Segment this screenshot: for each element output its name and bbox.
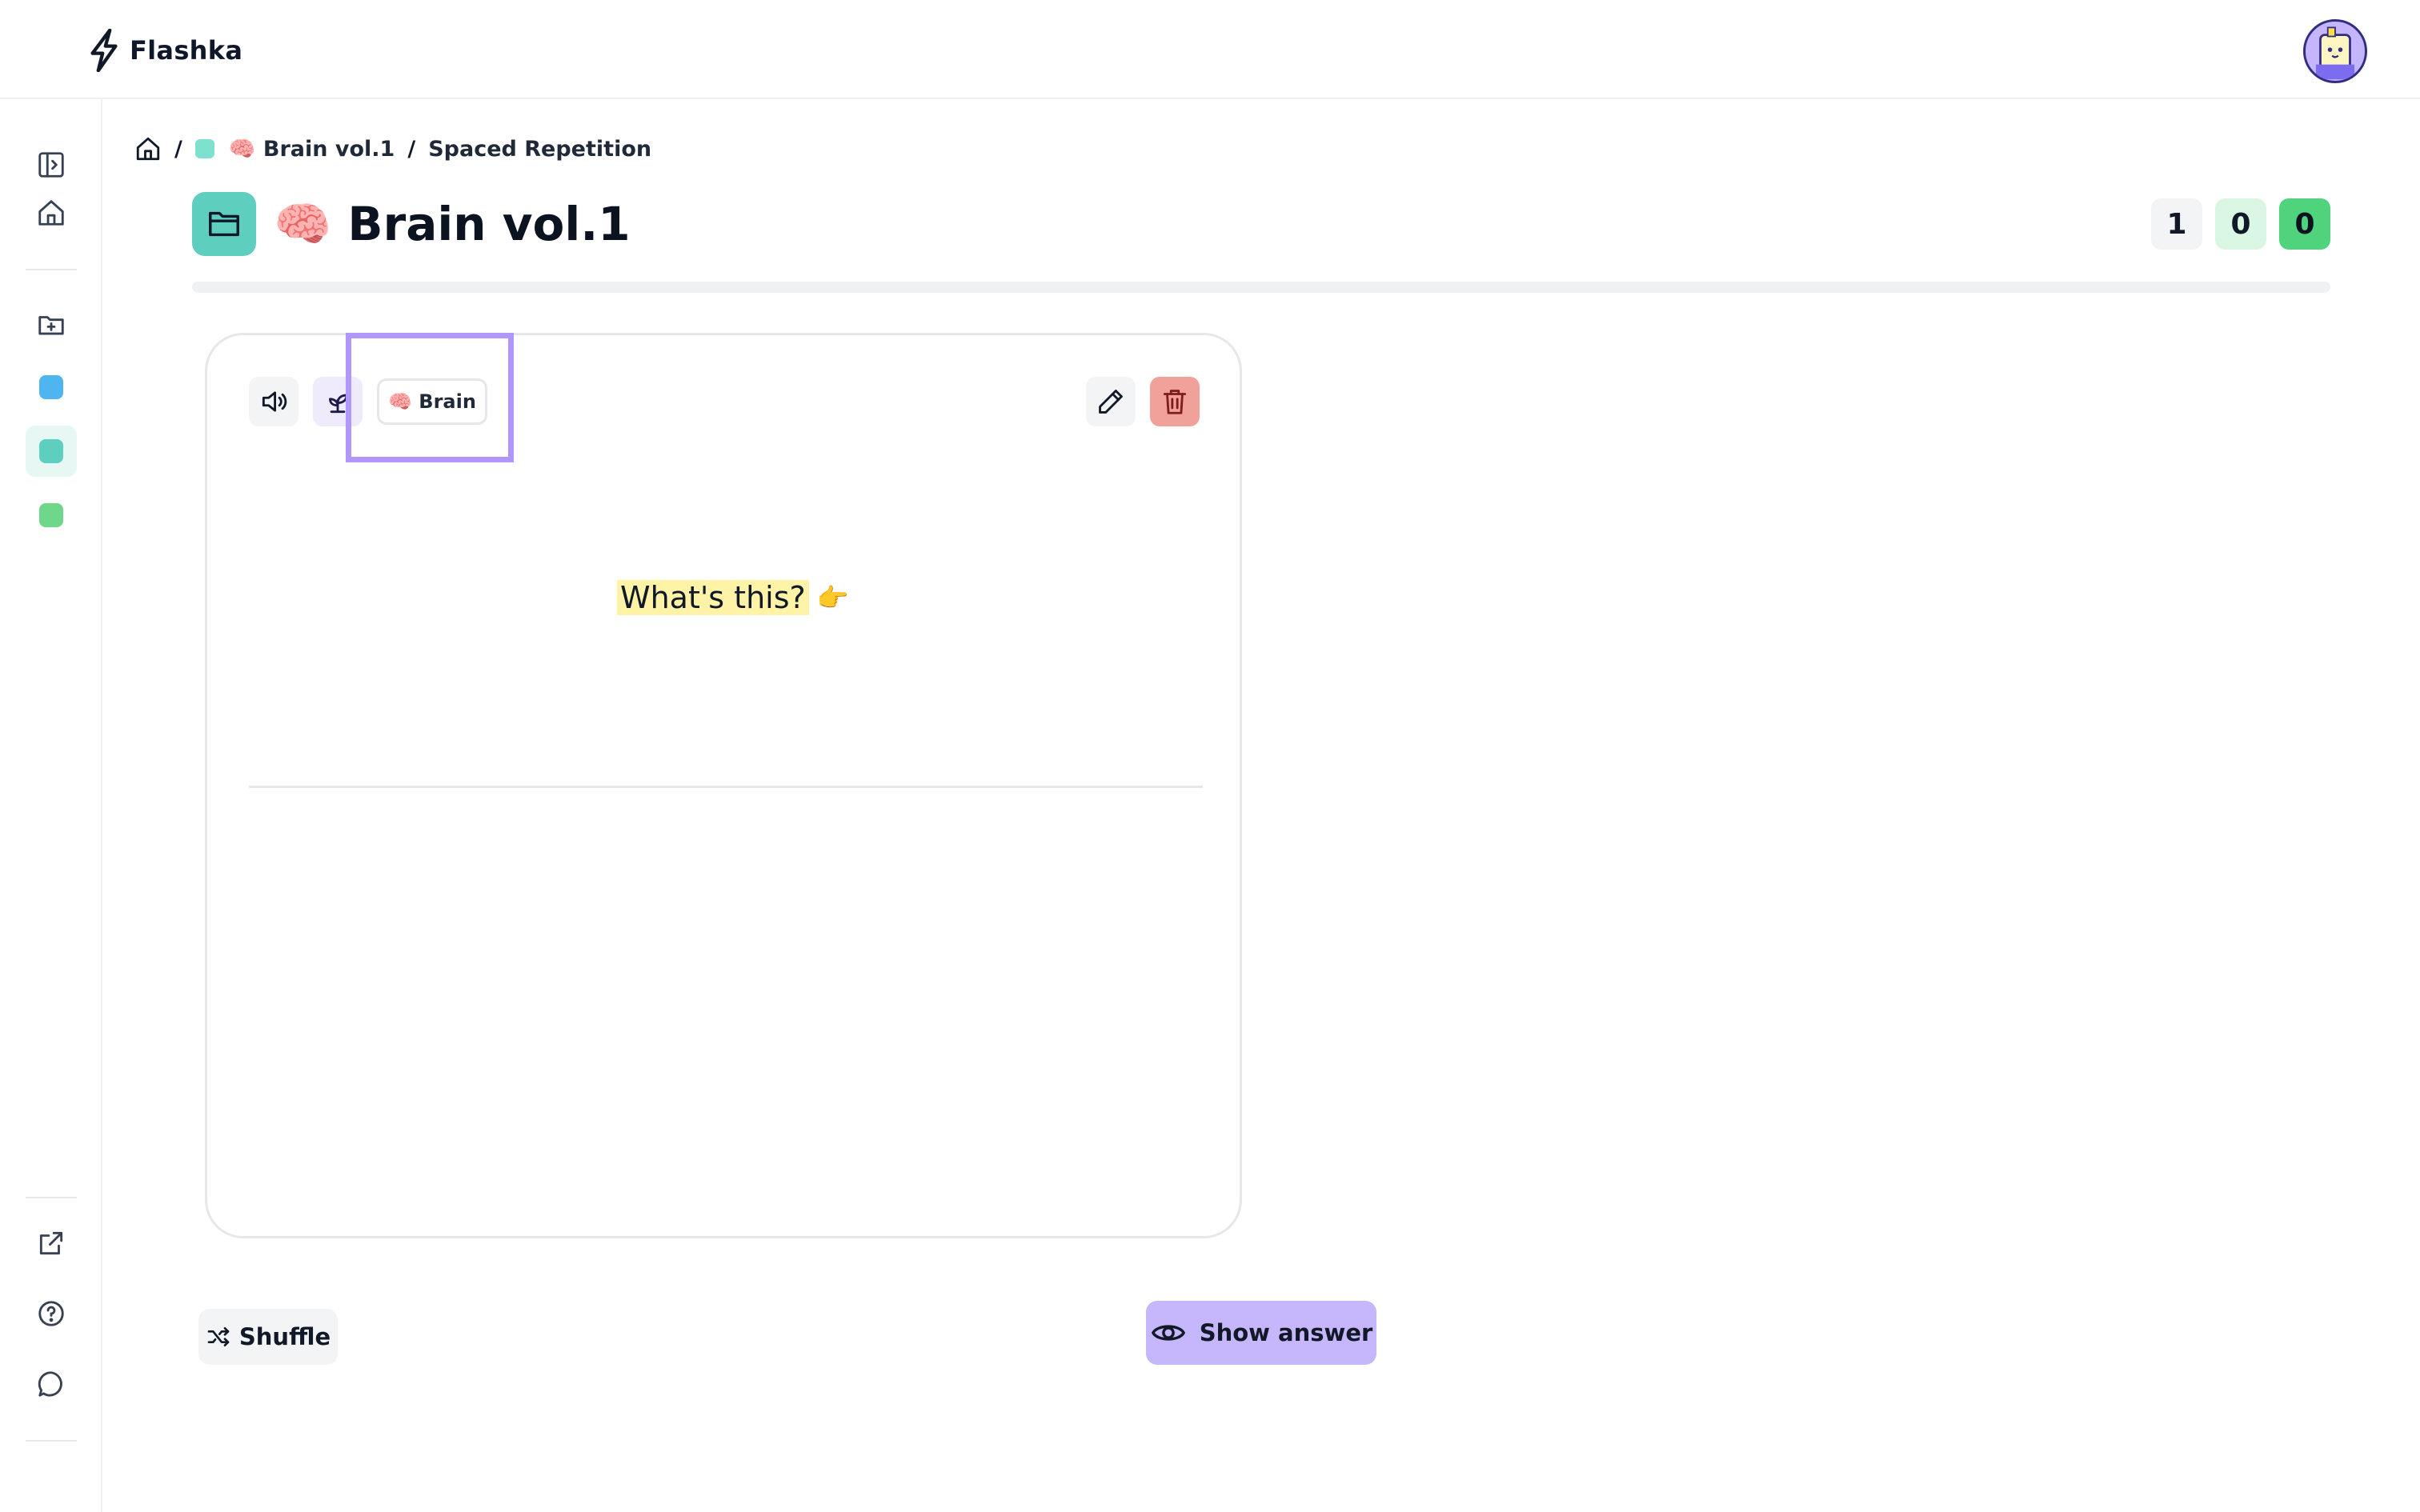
external-link-icon [39,1231,63,1255]
question-text: What's this? [617,580,809,615]
show-answer-label: Show answer [1199,1319,1373,1346]
count-badge-learning: 0 [2215,198,2266,250]
sidebar-expand-icon [38,152,64,178]
home-icon[interactable] [134,135,162,162]
edit-card-button[interactable] [1086,377,1136,426]
review-counts: 1 0 0 [2151,198,2330,250]
card-tag-chip[interactable]: 🧠 Brain [377,378,487,425]
deck-color-dot [39,439,63,463]
help-circle-icon [38,1301,64,1326]
feedback-button[interactable] [26,1358,77,1410]
sprout-icon [329,394,348,414]
breadcrumb-separator: / [407,136,416,162]
help-button[interactable] [26,1288,77,1339]
folder-open-icon [209,211,239,237]
count-badge-new: 1 [2151,198,2202,250]
folder-plus-icon [38,316,64,335]
progress-bar [192,282,2330,293]
toggle-sidebar-button[interactable] [26,139,77,190]
page-title: 🧠 Brain vol.1 [274,196,631,251]
play-audio-button[interactable] [249,377,298,426]
shuffle-label: Shuffle [238,1323,331,1350]
pointing-hand-icon: 👉 [816,582,849,613]
deck-header: 🧠 Brain vol.1 [192,192,631,256]
sidebar-deck-green[interactable] [26,490,77,541]
deck-folder-badge [192,192,256,256]
deck-color-dot [39,375,63,399]
trash-icon [1163,390,1187,414]
show-answer-button[interactable]: Show answer [1146,1301,1376,1365]
brand[interactable]: Flashka [86,29,242,72]
eye-icon [1151,1325,1185,1341]
new-folder-button[interactable] [26,299,77,350]
deck-color-dot [39,503,63,527]
count-badge-review: 0 [2279,198,2330,250]
lightning-bolt-icon [90,29,118,72]
delete-card-button[interactable] [1150,377,1200,426]
breadcrumb: / 🧠 Brain vol.1 / Spaced Repetition [134,133,651,165]
pencil-icon [1099,390,1123,414]
sidebar-divider [26,1440,77,1442]
sidebar-divider [26,269,77,270]
app-name: Flashka [130,35,243,66]
flashcard: 🧠 Brain What's this? 👉 [205,333,1242,1238]
breadcrumb-mode: Spaced Repetition [428,136,652,162]
sidebar-deck-blue[interactable] [26,362,77,413]
avatar[interactable] [2303,19,2367,83]
top-bar: Flashka [0,0,2420,99]
sidebar-deck-teal[interactable] [26,426,77,477]
shuffle-button[interactable]: Shuffle [198,1309,338,1365]
home-icon [38,200,64,226]
home-button[interactable] [26,187,77,238]
shuffle-icon [207,1327,230,1346]
sidebar [0,99,102,1512]
breadcrumb-deck[interactable]: 🧠 Brain vol.1 [229,136,395,162]
card-stage-button[interactable] [313,377,363,426]
open-external-button[interactable] [26,1218,77,1269]
card-question: What's this? 👉 [617,575,849,620]
breadcrumb-separator: / [174,136,182,162]
card-divider [249,786,1203,788]
breadcrumb-deck-color [194,139,214,158]
chat-bubble-icon [38,1371,62,1397]
sidebar-divider [26,1197,77,1198]
avatar-character-icon [2315,26,2355,80]
speaker-icon [262,391,287,412]
